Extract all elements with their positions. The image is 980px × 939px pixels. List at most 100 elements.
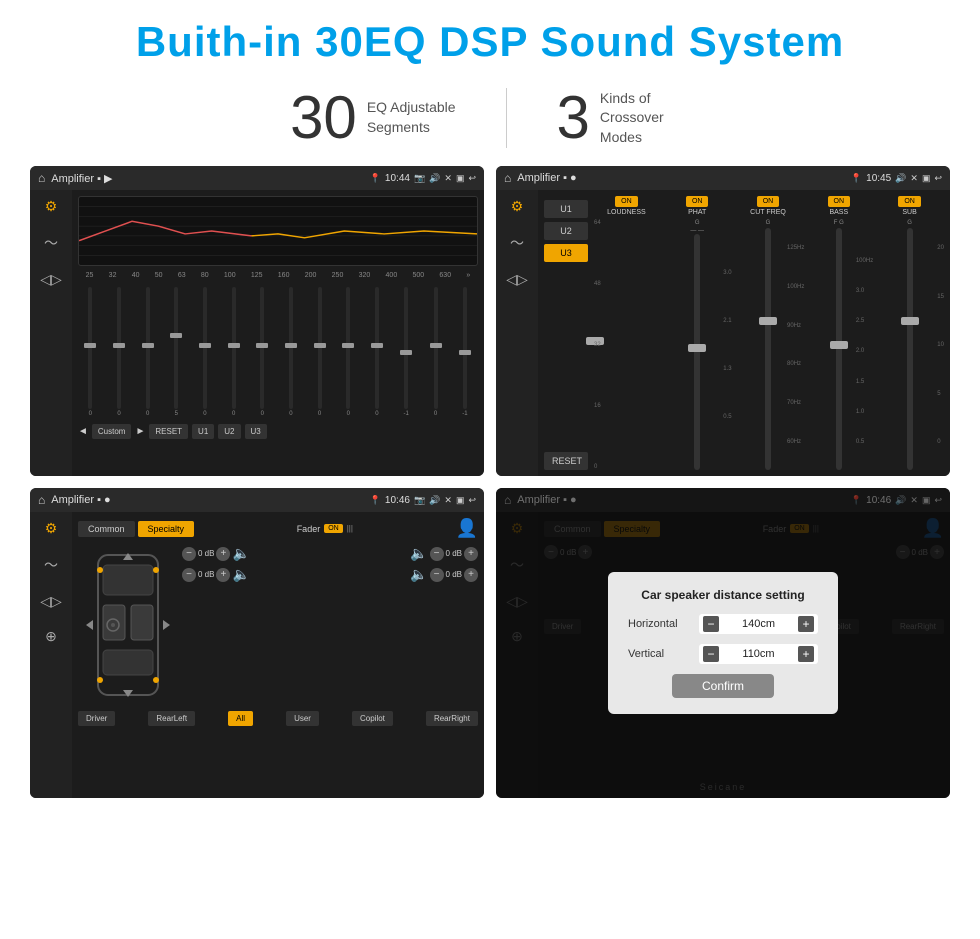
eq-u3-btn[interactable]: U3 xyxy=(245,424,267,439)
eq-sidebar: ⚙ 〜 ◁▷ xyxy=(30,190,72,476)
eq-slider-4[interactable]: 5 xyxy=(174,285,178,417)
fader-label: Fader xyxy=(297,524,321,534)
bottom-right-speaker: 🔈 − 0 dB + xyxy=(410,566,478,583)
cr-sidebar-icon3[interactable]: ◁▷ xyxy=(506,271,528,288)
sp-sidebar-icon4[interactable]: ⊕ xyxy=(45,628,57,645)
cr-sidebar-icon2[interactable]: 〜 xyxy=(510,233,524,253)
rearleft-btn[interactable]: RearLeft xyxy=(148,711,195,726)
ch-cutfreq: ON CUT FREQ G 125Hz100Hz90Hz80Hz70Hz60Hz xyxy=(734,196,803,470)
ch-bass: ON BASS F G 100Hz3.02.52.01.51.00.5 xyxy=(804,196,873,470)
specialty-tabs: Common Specialty xyxy=(78,521,194,537)
eq-u1-btn[interactable]: U1 xyxy=(192,424,214,439)
eq-slider-12[interactable]: -1 xyxy=(404,285,409,417)
cutfreq-on-btn[interactable]: ON xyxy=(757,196,780,207)
rearright-btn[interactable]: RearRight xyxy=(426,711,478,726)
br-minus-btn[interactable]: − xyxy=(430,568,444,582)
eq-sidebar-icon2[interactable]: 〜 xyxy=(44,233,58,253)
eq-slider-13[interactable]: 0 xyxy=(434,285,438,417)
eq-reset-btn[interactable]: RESET xyxy=(149,424,188,439)
sp-sidebar-icon1[interactable]: ⚙ xyxy=(45,520,58,537)
eq-custom-btn[interactable]: Custom xyxy=(92,424,132,439)
specialty-screen: ⌂ Amplifier ▪ ● 📍 10:46 📷 🔊 ✕ ▣ ↩ ⚙ 〜 ◁▷… xyxy=(30,488,484,798)
tr-minus-btn[interactable]: − xyxy=(430,547,444,561)
cutfreq-label: CUT FREQ xyxy=(750,209,786,216)
user-btn[interactable]: User xyxy=(286,711,319,726)
bl-value: 0 dB xyxy=(198,570,214,579)
all-btn[interactable]: All xyxy=(228,711,253,726)
crossover-presets: U1 U2 U3 RESET xyxy=(544,196,588,470)
cr-sidebar-icon1[interactable]: ⚙ xyxy=(511,198,524,215)
eq-slider-1[interactable]: 0 xyxy=(88,285,92,417)
eq-slider-5[interactable]: 0 xyxy=(203,285,207,417)
eq-bottom-bar: ◄ Custom ► RESET U1 U2 U3 xyxy=(78,421,478,442)
eq-slider-14[interactable]: -1 xyxy=(462,285,467,417)
bl-plus-btn[interactable]: + xyxy=(216,568,230,582)
sub-slider[interactable] xyxy=(907,228,913,470)
eq-slider-11[interactable]: 0 xyxy=(375,285,379,417)
eq-slider-7[interactable]: 0 xyxy=(260,285,264,417)
stat-eq-label: EQ AdjustableSegments xyxy=(367,98,456,137)
tab-specialty-btn[interactable]: Specialty xyxy=(138,521,195,537)
bl-minus-btn[interactable]: − xyxy=(182,568,196,582)
eq-screen: ⌂ Amplifier ▪ ▶ 📍 10:44 📷 🔊 ✕ ▣ ↩ ⚙ 〜 ◁▷ xyxy=(30,166,484,476)
ch-sub: ON SUB G 20151050 xyxy=(875,196,944,470)
eq-slider-10[interactable]: 0 xyxy=(346,285,350,417)
volume-icon: 🔊 xyxy=(429,173,440,184)
bass-slider[interactable] xyxy=(836,228,842,470)
horizontal-plus-btn[interactable]: + xyxy=(798,616,814,632)
crossover-u3-btn[interactable]: U3 xyxy=(544,244,588,262)
tr-plus-btn[interactable]: + xyxy=(464,547,478,561)
cutfreq-slider[interactable] xyxy=(765,228,771,470)
page-header: Buith-in 30EQ DSP Sound System xyxy=(0,0,980,76)
tab-common-btn[interactable]: Common xyxy=(78,521,135,537)
crossover-u2-btn[interactable]: U2 xyxy=(544,222,588,240)
eq-slider-3[interactable]: 0 xyxy=(146,285,150,417)
phat-on-btn[interactable]: ON xyxy=(686,196,709,207)
eq-next-icon[interactable]: ► xyxy=(135,426,145,437)
crossover-topbar-icons: 📍 10:45 🔊 ✕ ▣ ↩ xyxy=(851,173,942,184)
eq-sidebar-icon3[interactable]: ◁▷ xyxy=(40,271,62,288)
eq-slider-8[interactable]: 0 xyxy=(289,285,293,417)
crossover-reset-btn[interactable]: RESET xyxy=(544,452,588,470)
sub-on-btn[interactable]: ON xyxy=(898,196,921,207)
sub-label: SUB xyxy=(902,209,916,216)
eq-sidebar-icon1[interactable]: ⚙ xyxy=(45,198,58,215)
eq-time: 10:44 xyxy=(385,173,410,184)
vertical-minus-btn[interactable]: − xyxy=(703,646,719,662)
phat-label: PHAT xyxy=(688,209,706,216)
phat-slider[interactable] xyxy=(694,234,700,470)
tl-plus-btn[interactable]: + xyxy=(216,547,230,561)
horizontal-minus-btn[interactable]: − xyxy=(703,616,719,632)
eq-u2-btn[interactable]: U2 xyxy=(218,424,240,439)
eq-slider-6[interactable]: 0 xyxy=(232,285,236,417)
cr-x-icon: ▣ xyxy=(922,173,931,184)
bass-on-btn[interactable]: ON xyxy=(828,196,851,207)
ch-phat: ON PHAT G — — 3.02.11.30.5 xyxy=(663,196,732,470)
driver-btn[interactable]: Driver xyxy=(78,711,115,726)
specialty-main: Common Specialty Fader ON ||| 👤 − 0 xyxy=(72,512,484,798)
fader-icons: ||| xyxy=(347,524,353,533)
tl-minus-btn[interactable]: − xyxy=(182,547,196,561)
eq-slider-9[interactable]: 0 xyxy=(318,285,322,417)
eq-screen-content: ⚙ 〜 ◁▷ xyxy=(30,190,484,476)
crossover-u1-btn[interactable]: U1 xyxy=(544,200,588,218)
crossover-home-icon: ⌂ xyxy=(504,171,511,185)
user-profile-icon[interactable]: 👤 xyxy=(456,518,478,539)
sp-sidebar-icon2[interactable]: 〜 xyxy=(44,555,58,575)
loudness-on-btn[interactable]: ON xyxy=(615,196,638,207)
eq-main: 25 32 40 50 63 80 100 125 160 200 250 32… xyxy=(72,190,484,476)
eq-slider-2[interactable]: 0 xyxy=(117,285,121,417)
speaker-layout-grid: − 0 dB + 🔈 xyxy=(78,545,478,705)
home-icon: ⌂ xyxy=(38,171,45,185)
copilot-btn[interactable]: Copilot xyxy=(352,711,393,726)
location-icon: 📍 xyxy=(370,173,381,184)
eq-prev-icon[interactable]: ◄ xyxy=(78,426,88,437)
sp-home-icon: ⌂ xyxy=(38,493,45,507)
sp-sidebar-icon3[interactable]: ◁▷ xyxy=(40,593,62,610)
car-diagram-svg xyxy=(78,545,178,705)
horizontal-control: − 140cm + xyxy=(699,614,818,634)
confirm-button[interactable]: Confirm xyxy=(672,674,774,698)
vertical-plus-btn[interactable]: + xyxy=(798,646,814,662)
vertical-value: 110cm xyxy=(723,648,794,660)
br-plus-btn[interactable]: + xyxy=(464,568,478,582)
